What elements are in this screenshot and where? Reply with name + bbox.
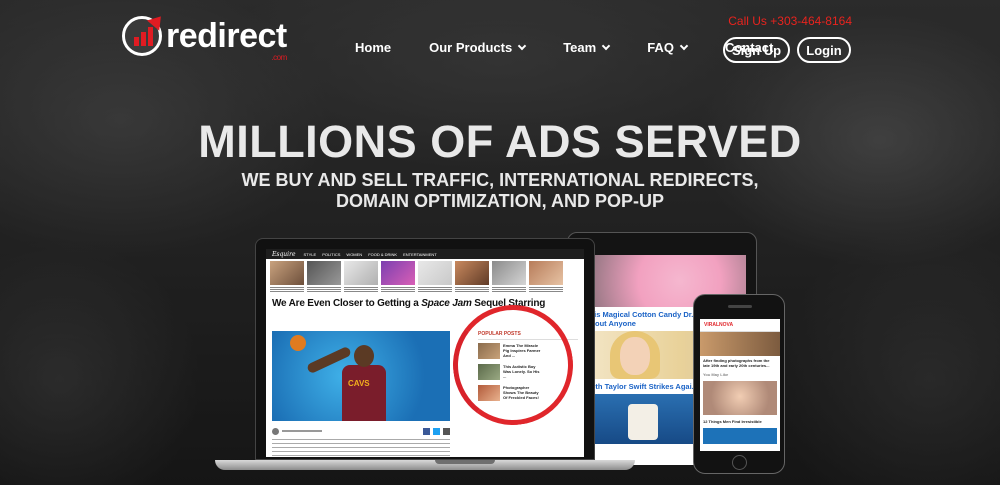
facebook-icon xyxy=(423,427,430,435)
login-button[interactable]: Login xyxy=(797,37,851,63)
home-button-icon xyxy=(732,455,747,470)
sign-up-button[interactable]: Sign Up xyxy=(723,37,790,63)
phone-site-brand: VIRALNOVA xyxy=(700,319,780,332)
logo-chart-icon xyxy=(122,11,167,56)
phone-device-image: VIRALNOVA After finding photographs from… xyxy=(693,294,785,474)
author-avatar xyxy=(272,427,279,435)
call-us-phone[interactable]: Call Us +303-464-8164 xyxy=(728,14,852,28)
logo[interactable]: redirect .com xyxy=(122,11,287,62)
hero-subtitle: WE BUY AND SELL TRAFFIC, INTERNATIONAL R… xyxy=(241,170,759,211)
nav-team[interactable]: Team xyxy=(563,40,611,55)
woman-portrait-image xyxy=(703,381,777,415)
header: redirect .com Call Us +303-464-8164 Home… xyxy=(0,0,1000,80)
article-meta xyxy=(272,427,450,435)
site-menu-bar: Esquire STYLE POLITICS WOMEN FOOD & DRIN… xyxy=(266,249,584,259)
nav-our-products[interactable]: Our Products xyxy=(429,40,527,55)
nav-home[interactable]: Home xyxy=(355,40,391,55)
email-icon xyxy=(443,427,450,435)
thumbnail-strip xyxy=(266,259,584,287)
chevron-down-icon xyxy=(517,41,527,51)
logo-subtext: .com xyxy=(271,52,287,62)
basketball-player-image xyxy=(272,331,450,421)
article-body-text xyxy=(272,439,450,457)
logo-text: redirect .com xyxy=(166,16,287,62)
chevron-down-icon xyxy=(601,41,611,51)
chevron-down-icon xyxy=(679,41,689,51)
hero-title: MILLIONS OF ADS SERVED xyxy=(198,116,802,167)
nav-faq[interactable]: FAQ xyxy=(647,40,689,55)
phone-screen: VIRALNOVA After finding photographs from… xyxy=(700,319,780,451)
site-brand: Esquire xyxy=(272,250,296,258)
twitter-icon xyxy=(433,427,440,435)
